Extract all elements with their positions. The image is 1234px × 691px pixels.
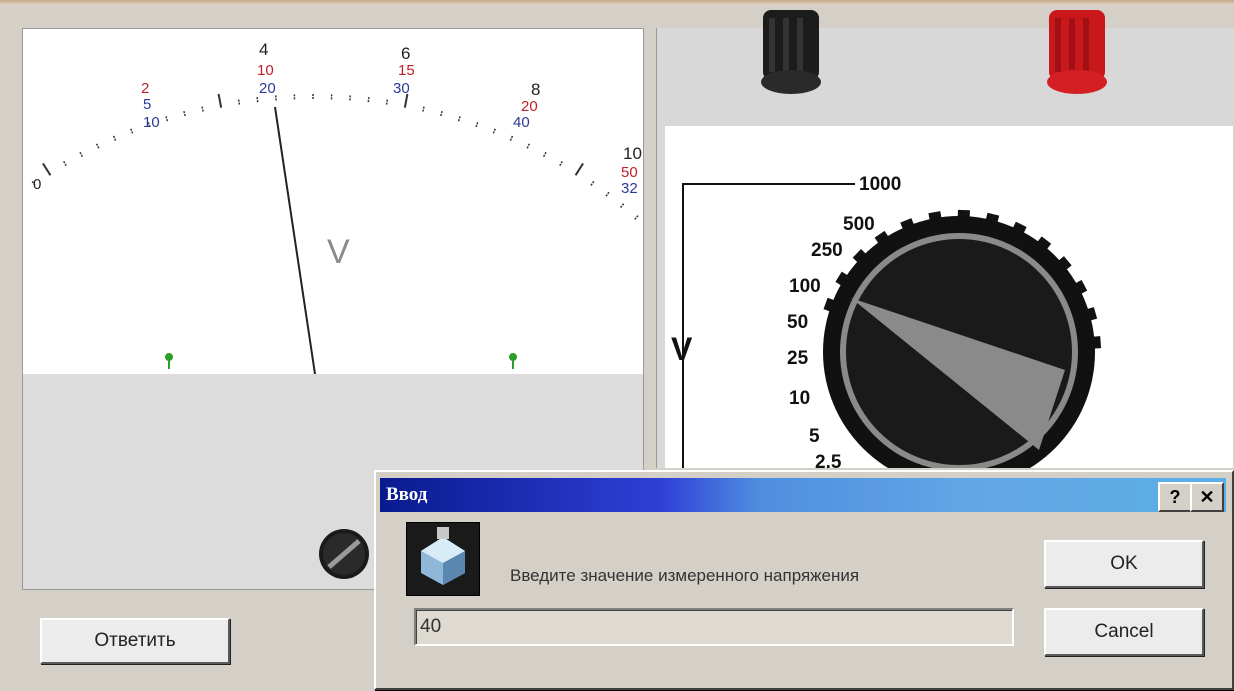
range-dial-face: V 1000 500 250 100 50 25 10 5 2.5	[665, 126, 1233, 488]
scale-tick	[619, 202, 625, 209]
scale-label-inner: 10	[143, 114, 160, 131]
knob-tooth	[928, 211, 943, 226]
answer-button[interactable]: Ответить	[40, 618, 230, 664]
scale-tick	[385, 98, 389, 105]
scale-label-top: 4	[259, 40, 268, 59]
scale-tick	[42, 162, 52, 176]
scale-tick	[526, 142, 531, 149]
range-label: 5	[809, 426, 820, 447]
scale-label-top: 10	[623, 144, 642, 163]
ok-button[interactable]: OK	[1044, 540, 1204, 588]
dialog-prompt: Введите значение измеренного напряжения	[510, 566, 860, 585]
mount-pin-left	[165, 353, 173, 369]
scale-label-top: 8	[531, 80, 540, 99]
scale-tick	[542, 151, 548, 158]
close-button[interactable]: ✕	[1190, 482, 1224, 512]
mount-pin-right	[509, 353, 517, 369]
voltage-input[interactable]	[414, 608, 1014, 646]
scale-tick	[492, 127, 497, 134]
scale-label-middle: 50	[621, 164, 638, 181]
scale-tick	[475, 121, 479, 128]
range-label: 100	[789, 276, 821, 297]
scale-tick	[217, 93, 223, 108]
cancel-button[interactable]: Cancel	[1044, 608, 1204, 656]
scale-tick	[509, 134, 514, 141]
scale-label-inner: 30	[393, 80, 410, 97]
meter-unit-label: V	[327, 233, 350, 271]
scale-label-inner: 20	[259, 80, 276, 97]
range-label: 25	[787, 348, 809, 369]
scale-tick	[422, 105, 425, 112]
range-label: 1000	[859, 174, 901, 195]
dialog-titlebar[interactable]: Ввод ? ✕	[380, 478, 1226, 512]
scale-tick	[201, 105, 204, 112]
red-terminal-icon[interactable]	[1041, 10, 1113, 100]
voltmeter-scale: 0 4 6 8 10 2 10 15 20 50 5 10 20 30 40 3…	[31, 40, 642, 374]
scale-tick	[112, 134, 117, 141]
scale-tick	[164, 115, 169, 122]
scale-label-zero: 0	[33, 176, 41, 193]
input-dialog: Ввод ? ✕ Введите значение измеренного на…	[374, 470, 1234, 690]
scale-tick	[256, 96, 259, 103]
black-terminal-icon[interactable]	[755, 10, 827, 100]
knob-tooth	[1088, 336, 1102, 349]
range-label: 50	[787, 312, 808, 333]
scale-tick	[182, 109, 186, 117]
range-label: 500	[843, 214, 875, 235]
scale-label-top: 6	[401, 44, 410, 63]
scale-label-inner: 5	[143, 96, 151, 113]
knob-tooth	[957, 209, 970, 223]
zero-adjust-screw[interactable]	[317, 527, 371, 581]
scale-tick	[590, 180, 595, 186]
scale-tick	[605, 190, 611, 197]
scale-tick	[129, 127, 134, 134]
scale-tick	[95, 142, 100, 149]
meter-needle	[274, 106, 316, 374]
voltmeter-scale-face: 0 4 6 8 10 2 10 15 20 50 5 10 20 30 40 3…	[23, 29, 643, 374]
scale-tick	[440, 109, 444, 117]
scale-label-middle: 15	[398, 62, 415, 79]
dialog-title: Ввод	[386, 484, 428, 505]
scale-tick	[62, 160, 67, 167]
scale-label-middle: 2	[141, 80, 149, 97]
computer-icon	[406, 522, 480, 596]
range-label: 250	[811, 240, 843, 261]
range-dial: V 1000 500 250 100 50 25 10 5 2.5	[671, 174, 1102, 488]
range-label: 2.5	[815, 452, 842, 468]
scale-tick	[457, 115, 462, 122]
scale-tick	[78, 151, 84, 158]
scale-label-inner: 32	[621, 180, 638, 197]
scale-label-middle: 20	[521, 98, 538, 115]
scale-label-inner: 40	[513, 114, 530, 131]
scale-tick	[237, 98, 241, 105]
scale-tick	[559, 160, 564, 167]
window-top-edge	[0, 0, 1234, 6]
scale-tick	[634, 214, 640, 220]
range-label: 10	[789, 388, 810, 409]
scale-tick	[367, 96, 370, 103]
switch-unit-label: V	[671, 331, 693, 367]
scale-label-middle: 10	[257, 62, 274, 79]
range-switch-panel: V 1000 500 250 100 50 25 10 5 2.5	[656, 10, 1234, 488]
help-button[interactable]: ?	[1158, 482, 1192, 512]
range-selector-knob[interactable]	[823, 209, 1102, 488]
scale-tick	[574, 162, 584, 176]
